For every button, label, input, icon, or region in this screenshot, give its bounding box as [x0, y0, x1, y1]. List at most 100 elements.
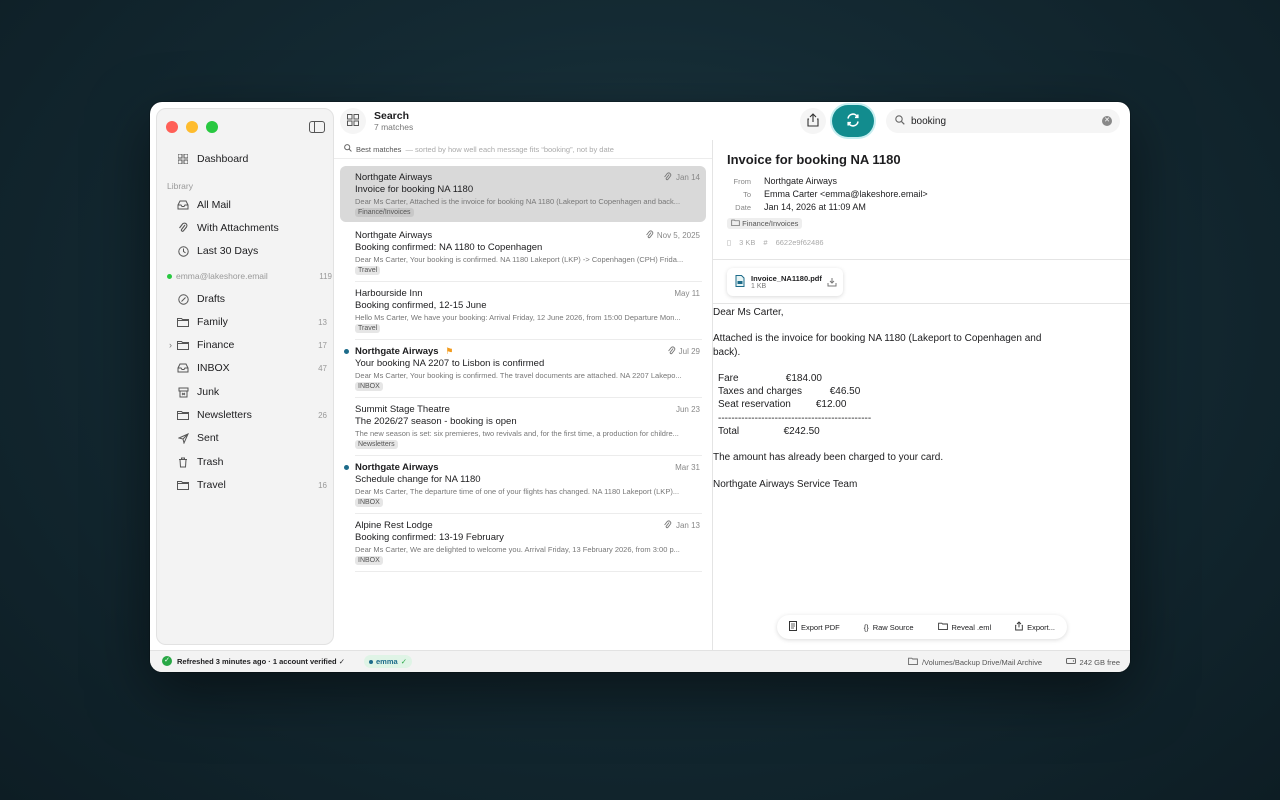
- account-section[interactable]: emma@lakeshore.email 119: [167, 271, 332, 281]
- body-intro: Attached is the invoice for booking NA 1…: [713, 333, 1042, 358]
- pdf-icon: [735, 274, 745, 290]
- sidebar-item-label: Newsletters: [197, 409, 252, 421]
- hash-icon: #: [763, 238, 768, 247]
- message-hash: 6622e9f62486: [775, 238, 824, 247]
- disk-space: 242 GB free: [1065, 657, 1120, 667]
- message-sender: Northgate Airways: [355, 230, 433, 241]
- message-preview: The new season is set: six premieres, tw…: [355, 429, 679, 438]
- message-title: Invoice for booking NA 1180: [727, 152, 901, 167]
- invoice-table: Fare €184.00 Taxes and charges €46.50 Se…: [718, 372, 872, 437]
- sidebar-item-inbox[interactable]: INBOX 47: [177, 359, 327, 377]
- drive-icon: [1065, 657, 1076, 667]
- tray-icon: [177, 199, 189, 211]
- share-button[interactable]: [800, 108, 826, 134]
- message-sender: Northgate Airways: [355, 172, 433, 183]
- share-icon: [807, 112, 819, 130]
- message-body: Dear Ms Carter, Attached is the invoice …: [713, 306, 1053, 504]
- to-row: To Emma Carter <emma@lakeshore.email>: [727, 189, 928, 199]
- archive-path[interactable]: /Volumes/Backup Drive/Mail Archive: [908, 657, 1042, 667]
- folder-icon: [177, 316, 189, 328]
- message-subject: Schedule change for NA 1180: [355, 474, 481, 485]
- search-input[interactable]: [911, 115, 1091, 127]
- download-icon[interactable]: [827, 277, 837, 289]
- sidebar-item-last-30-days[interactable]: Last 30 Days: [177, 242, 327, 260]
- check-icon: ✓: [162, 656, 172, 666]
- message-preview: Dear Ms Carter, Attached is the invoice …: [355, 197, 681, 206]
- list-item[interactable]: Summit Stage Theatre Jun 23 The 2026/27 …: [340, 398, 706, 456]
- list-item[interactable]: Harbourside Inn May 11 Booking confirmed…: [340, 282, 706, 340]
- sidebar-item-sent[interactable]: Sent: [177, 429, 327, 447]
- export-pdf-button[interactable]: Export PDF: [788, 621, 840, 633]
- paperclip-icon: [645, 230, 654, 242]
- list-item[interactable]: Northgate Airways Jan 14 Invoice for boo…: [340, 166, 706, 222]
- reveal-eml-button[interactable]: Reveal .eml: [937, 622, 992, 632]
- message-date: May 11: [674, 289, 700, 298]
- from-label: From: [733, 177, 752, 186]
- clear-search-icon[interactable]: ✕: [1102, 116, 1112, 126]
- export-button[interactable]: Export...: [1015, 621, 1055, 633]
- zoom-window-button[interactable]: [206, 121, 218, 133]
- sidebar-item-finance[interactable]: › Finance 17: [169, 336, 327, 354]
- sidebar-item-dashboard[interactable]: Dashboard: [177, 150, 327, 168]
- sidebar-item-trash[interactable]: Trash: [177, 453, 327, 471]
- paperclip-icon: [177, 222, 189, 234]
- raw-source-button[interactable]: {} Raw Source: [864, 623, 914, 632]
- check-icon: ✓: [400, 657, 407, 666]
- attachment-size: 1 KB: [751, 283, 767, 290]
- account-badge[interactable]: emma ✓: [364, 655, 412, 668]
- action-label: Reveal .eml: [951, 622, 992, 632]
- braces-icon: {}: [863, 622, 869, 632]
- message-sender: Harbourside Inn: [355, 288, 423, 299]
- sync-button[interactable]: [832, 105, 874, 137]
- view-switch-button[interactable]: [340, 108, 366, 134]
- sidebar-item-label: Drafts: [197, 293, 226, 305]
- sidebar-item-label: Sent: [197, 432, 219, 444]
- sidebar-item-junk[interactable]: Junk: [177, 383, 327, 401]
- list-item[interactable]: Alpine Rest Lodge Jan 13 Booking confirm…: [340, 514, 706, 572]
- divider: [355, 571, 702, 572]
- sidebar-item-travel[interactable]: Travel 16: [177, 476, 327, 494]
- message-date: Jun 23: [675, 405, 700, 414]
- message-subject: Booking confirmed, 12-15 June: [355, 300, 487, 311]
- folder-tag: Newsletters: [355, 440, 398, 449]
- message-meta: ▯ 3 KB # 6622e9f62486: [727, 238, 824, 247]
- sidebar-item-label: Travel: [197, 479, 226, 491]
- message-sender: Northgate Airways: [355, 462, 439, 473]
- chevron-right-icon[interactable]: ›: [169, 340, 172, 350]
- minimize-window-button[interactable]: [186, 121, 198, 133]
- message-sender: Northgate Airways: [355, 346, 439, 357]
- sidebar-item-newsletters[interactable]: Newsletters 26: [177, 406, 327, 424]
- sidebar-item-label: Finance: [197, 339, 235, 351]
- body-signoff: Northgate Airways Service Team: [713, 478, 858, 490]
- document-icon: ▯: [727, 238, 732, 247]
- sidebar-toggle-icon[interactable]: [309, 121, 325, 133]
- attachment-card[interactable]: Invoice_NA1180.pdf 1 KB: [727, 268, 843, 296]
- sidebar-item-drafts[interactable]: Drafts: [177, 290, 327, 308]
- folder-tag[interactable]: Finance/Invoices: [727, 218, 803, 229]
- folder-count: 16: [318, 480, 327, 490]
- sidebar-item-with-attachments[interactable]: With Attachments: [177, 219, 327, 237]
- from-value[interactable]: Northgate Airways: [764, 176, 837, 186]
- search-field[interactable]: ✕: [886, 109, 1120, 133]
- list-item[interactable]: Northgate Airways ⚑ Jul 29 Your booking …: [340, 340, 706, 398]
- message-preview: Dear Ms Carter, Your booking is confirme…: [355, 255, 684, 264]
- sidebar-item-family[interactable]: Family 13: [177, 313, 327, 331]
- best-matches-note: — sorted by how well each message fits “…: [405, 144, 614, 154]
- action-label: Export PDF: [800, 622, 840, 632]
- drafts-icon: [177, 293, 189, 305]
- to-value[interactable]: Emma Carter <emma@lakeshore.email>: [764, 189, 928, 199]
- account-status-dot: [167, 273, 172, 279]
- folder-tag: Travel: [355, 266, 381, 275]
- share-icon: [1015, 621, 1023, 633]
- list-item[interactable]: Northgate Airways Mar 31 Schedule change…: [340, 456, 706, 514]
- close-window-button[interactable]: [166, 121, 178, 133]
- paperplane-icon: [177, 432, 189, 444]
- pdf-icon: [788, 621, 797, 633]
- refresh-icon: [845, 112, 861, 131]
- message-date: Jan 14: [675, 173, 700, 182]
- message-sender: Alpine Rest Lodge: [355, 520, 433, 531]
- message-preview: Dear Ms Carter, The departure time of on…: [355, 487, 680, 496]
- sidebar-item-label: INBOX: [197, 362, 230, 374]
- sidebar-item-all-mail[interactable]: All Mail: [177, 196, 327, 214]
- list-item[interactable]: Northgate Airways Nov 5, 2025 Booking co…: [340, 224, 706, 282]
